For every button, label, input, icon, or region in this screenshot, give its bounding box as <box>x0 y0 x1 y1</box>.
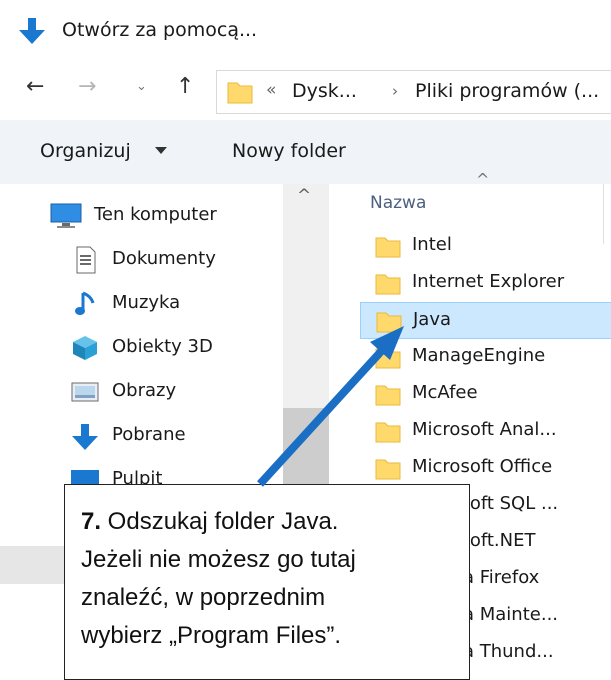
nav-item-label: Pobrane <box>112 424 186 445</box>
caret-down-icon[interactable] <box>154 146 168 156</box>
nav-item-documents[interactable]: Dokumenty <box>74 242 284 282</box>
file-row-label: McAfee <box>412 382 478 403</box>
folder-icon <box>376 312 402 333</box>
download-arrow-icon <box>72 424 98 450</box>
folder-icon <box>375 385 401 406</box>
nav-item-pictures[interactable]: Obrazy <box>70 374 284 414</box>
nav-item-label: Muzyka <box>112 292 181 313</box>
scroll-up-arrow-icon[interactable]: ^ <box>297 186 311 206</box>
file-row[interactable]: ManageEngine <box>360 339 611 376</box>
nav-item-music[interactable]: Muzyka <box>74 286 284 326</box>
nav-item-label: Dokumenty <box>112 248 216 269</box>
file-row[interactable]: Microsoft Office <box>360 450 611 487</box>
breadcrumb-segment-drive[interactable]: Dysk... <box>292 80 357 102</box>
folder-icon <box>375 237 401 258</box>
callout-step-number: 7. <box>81 508 102 535</box>
file-row-label: ManageEngine <box>412 345 546 366</box>
nav-item-this-pc[interactable]: Ten komputer <box>50 198 280 238</box>
dialog-title: Otwórz za pomocą... <box>62 19 258 41</box>
column-header-name[interactable]: Nazwa <box>370 193 426 213</box>
callout-line-3: znaleźć, w poprzednim <box>81 584 326 611</box>
organize-button[interactable]: Organizuj <box>40 140 131 162</box>
file-row[interactable]: Java <box>360 302 611 339</box>
download-arrow-icon <box>19 18 45 44</box>
folder-icon <box>227 82 253 104</box>
nav-item-label: Obrazy <box>112 380 177 401</box>
breadcrumb-segment-program-files[interactable]: Pliki programów (... <box>415 80 599 102</box>
nav-selection-strip <box>0 546 64 584</box>
file-row[interactable]: Internet Explorer <box>360 265 611 302</box>
cube-3d-icon <box>73 336 97 360</box>
file-row-label: Microsoft Anal... <box>412 419 557 440</box>
nav-item-3d-objects[interactable]: Obiekty 3D <box>70 330 284 370</box>
back-arrow-icon[interactable]: ← <box>26 74 44 99</box>
folder-icon <box>375 422 401 443</box>
folder-icon <box>375 348 401 369</box>
computer-icon <box>50 203 82 228</box>
callout-line-1: 7. Odszukaj folder Java. <box>81 503 469 541</box>
file-row-label: Intel <box>412 234 452 255</box>
file-row-label: Java <box>413 309 452 330</box>
sort-ascending-icon: ^ <box>476 170 490 189</box>
pictures-icon <box>71 382 99 402</box>
file-row[interactable]: Microsoft Anal... <box>360 413 611 450</box>
music-note-icon <box>75 291 95 315</box>
chevron-down-icon[interactable]: ⌄ <box>136 79 147 94</box>
folder-icon <box>375 459 401 480</box>
nav-item-label: Ten komputer <box>94 204 217 225</box>
instruction-callout: 7. Odszukaj folder Java. Jeżeli nie może… <box>64 484 470 680</box>
callout-line-2: Jeżeli nie możesz go tutaj <box>81 546 356 573</box>
address-overflow-chevron[interactable]: « <box>266 80 276 100</box>
file-row-label: Microsoft Office <box>412 456 553 477</box>
nav-item-label: Obiekty 3D <box>112 336 213 357</box>
breadcrumb-separator[interactable]: › <box>392 82 398 100</box>
file-row[interactable]: McAfee <box>360 376 611 413</box>
nav-item-downloads[interactable]: Pobrane <box>70 418 284 458</box>
callout-line-1-text: Odszukaj folder Java. <box>101 508 339 535</box>
callout-line-4: wybierz „Program Files”. <box>81 622 342 649</box>
document-icon <box>76 246 96 274</box>
file-row-label: Internet Explorer <box>412 271 565 292</box>
up-arrow-icon[interactable]: ↑ <box>176 74 194 99</box>
forward-arrow-icon[interactable]: → <box>78 74 96 99</box>
folder-icon <box>375 274 401 295</box>
new-folder-button[interactable]: Nowy folder <box>232 140 346 162</box>
file-row[interactable]: Intel <box>360 228 611 265</box>
